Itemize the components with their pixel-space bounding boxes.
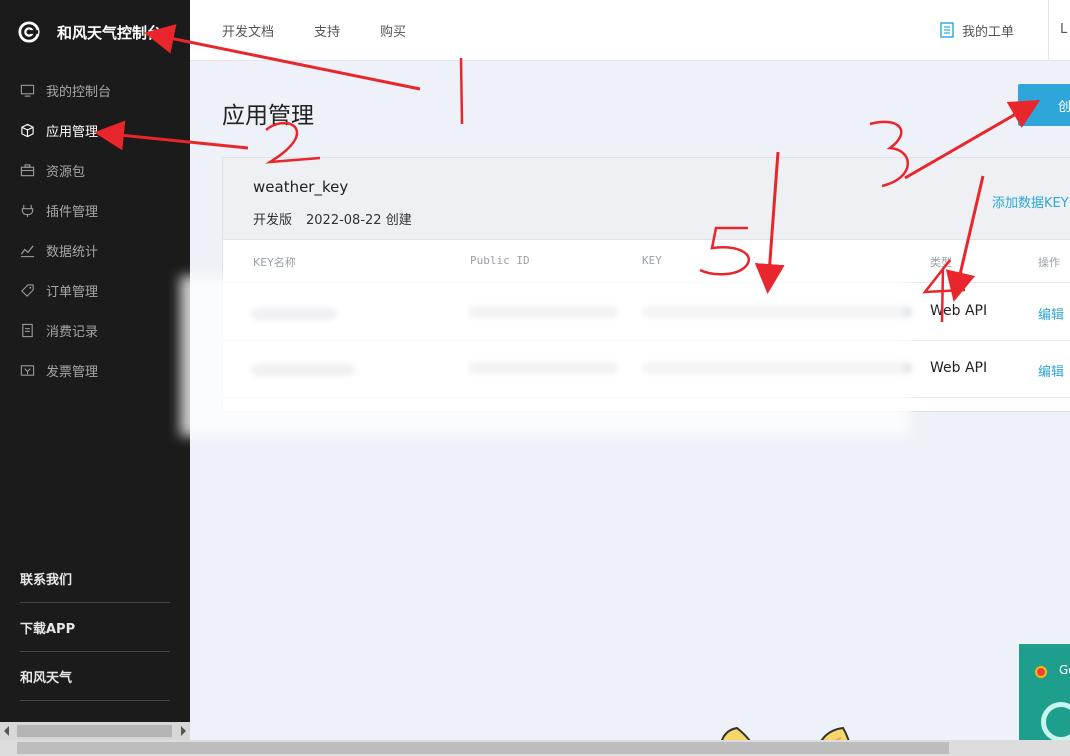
sidebar-item-plugins[interactable]: 插件管理 [0,190,190,230]
scroll-right-arrow-icon[interactable] [181,726,186,736]
top-divider [1048,0,1049,60]
chart-icon [20,243,35,258]
annotation-number-1 [459,57,464,125]
app-card-header: weather_key 开发版 2022-08-22 创建 添加数据KEY [223,158,1070,240]
column-header-key: KEY [642,254,662,267]
edit-link[interactable]: 编辑 [1038,361,1064,380]
add-key-link[interactable]: 添加数据KEY [992,192,1069,211]
sidebar-item-dashboard[interactable]: 我的控制台 [0,70,190,110]
top-nav: 开发文档 支持 购买 [222,0,446,60]
invoice-icon [20,363,35,378]
edit-link[interactable]: 编辑 [1038,304,1064,323]
support-link[interactable]: 支持 [314,21,340,40]
app-edition: 开发版 [253,213,293,228]
chrome-icon [1035,666,1047,678]
document-icon [940,22,954,38]
create-app-button[interactable]: 创 [1018,84,1070,126]
popup-text: Go [1059,663,1070,677]
sidebar-scrollbar[interactable] [0,722,190,740]
sidebar-item-label: 应用管理 [46,124,99,140]
column-header-actions: 操作 [1038,256,1060,269]
sidebar-item-label: 数据统计 [46,244,99,260]
user-menu[interactable]: L [1060,22,1067,37]
column-header-public-id: Public ID [470,254,530,267]
sidebar-item-label: 消费记录 [46,324,99,340]
briefcase-icon [20,163,35,178]
monitor-icon [20,83,35,98]
key-type: Web API [930,360,988,376]
column-header-type: 类型 [930,256,952,269]
contact-us-link[interactable]: 联系我们 [20,554,170,603]
tag-icon [20,283,35,298]
sidebar-item-orders[interactable]: 订单管理 [0,270,190,310]
app-name: weather_key [253,178,349,196]
scrollbar-thumb[interactable] [17,725,172,737]
plug-icon [20,203,35,218]
sidebar-item-label: 资源包 [46,164,86,180]
my-tickets-link[interactable]: 我的工单 [940,0,1014,60]
sidebar-item-label: 发票管理 [46,364,99,380]
app-meta: 开发版 2022-08-22 创建 [253,209,412,228]
brand-title: 和风天气控制台 [57,23,163,42]
purchase-link[interactable]: 购买 [380,21,406,40]
scrollbar-thumb[interactable] [17,742,949,754]
sidebar: 和风天气控制台 我的控制台 应用管理 资源包 插件管理 数据统计 订单管理 消费… [0,0,190,756]
app-created: 2022-08-22 创建 [306,213,412,228]
sidebar-item-label: 我的控制台 [46,84,112,100]
column-header-key-name: KEY名称 [253,256,296,269]
sidebar-bottom-links: 联系我们 下载APP 和风天气 [20,554,170,701]
sidebar-item-stats[interactable]: 数据统计 [0,230,190,270]
receipt-icon [20,323,35,338]
page-title: 应用管理 [222,103,314,129]
sidebar-item-label: 订单管理 [46,284,99,300]
my-tickets-label: 我的工单 [962,24,1015,40]
download-app-link[interactable]: 下载APP [20,603,170,652]
logo-icon [18,21,40,43]
privacy-blur-overlay [180,276,910,436]
docs-link[interactable]: 开发文档 [222,21,274,40]
sidebar-nav: 我的控制台 应用管理 资源包 插件管理 数据统计 订单管理 消费记录 发票管理 [0,70,190,390]
app-circle-icon [1041,702,1070,742]
sidebar-item-label: 插件管理 [46,204,99,220]
key-type: Web API [930,303,988,319]
qweather-link[interactable]: 和风天气 [20,652,170,701]
top-bar: 开发文档 支持 购买 我的工单 L [190,0,1070,61]
page-horizontal-scrollbar[interactable] [0,740,1070,756]
sidebar-item-consumption[interactable]: 消费记录 [0,310,190,350]
sidebar-item-invoices[interactable]: 发票管理 [0,350,190,390]
sidebar-item-apps[interactable]: 应用管理 [0,110,190,150]
cube-icon [20,123,35,138]
sidebar-item-packages[interactable]: 资源包 [0,150,190,190]
brand[interactable]: 和风天气控制台 [18,18,162,46]
scroll-left-arrow-icon[interactable] [4,726,9,736]
